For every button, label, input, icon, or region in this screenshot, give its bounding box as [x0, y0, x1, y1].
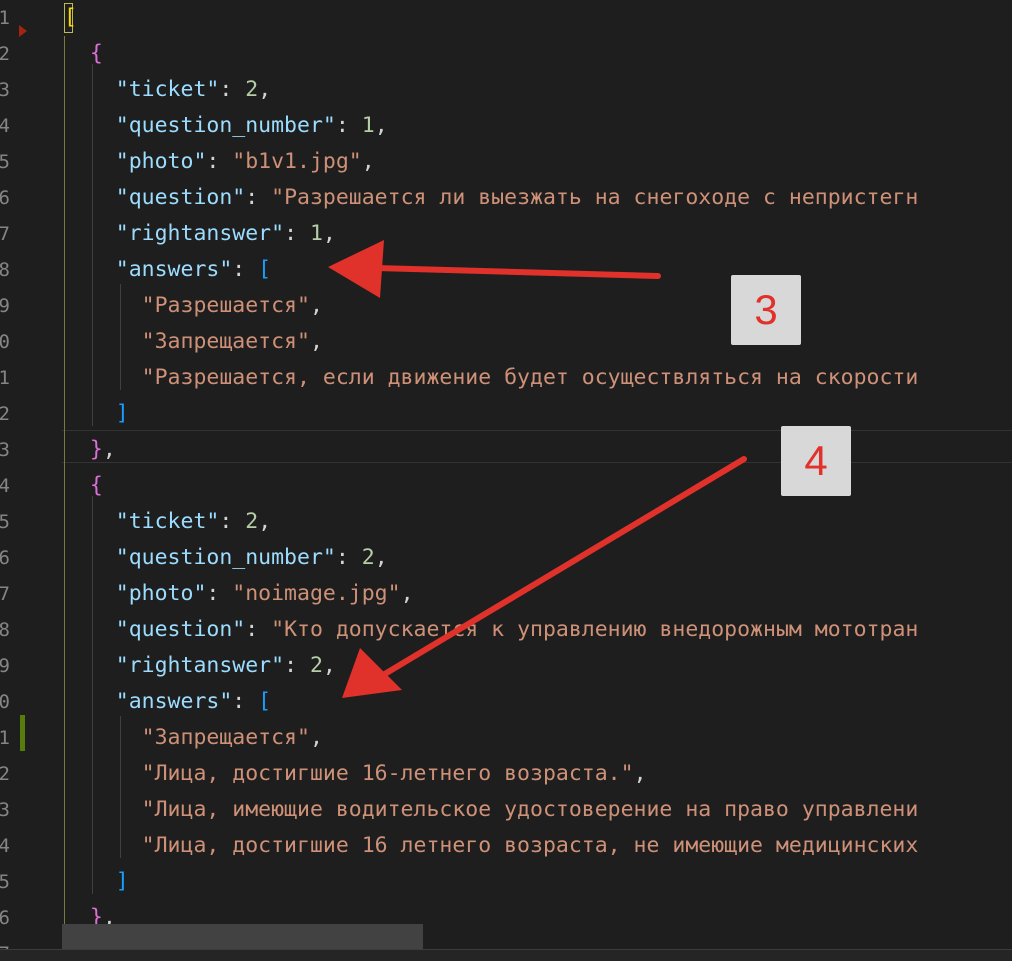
arrow-4 — [342, 456, 747, 698]
callout-3: 3 — [731, 275, 801, 345]
arrow-3 — [328, 240, 661, 298]
callout-4: 4 — [781, 426, 851, 496]
annotation-arrows — [328, 240, 747, 698]
